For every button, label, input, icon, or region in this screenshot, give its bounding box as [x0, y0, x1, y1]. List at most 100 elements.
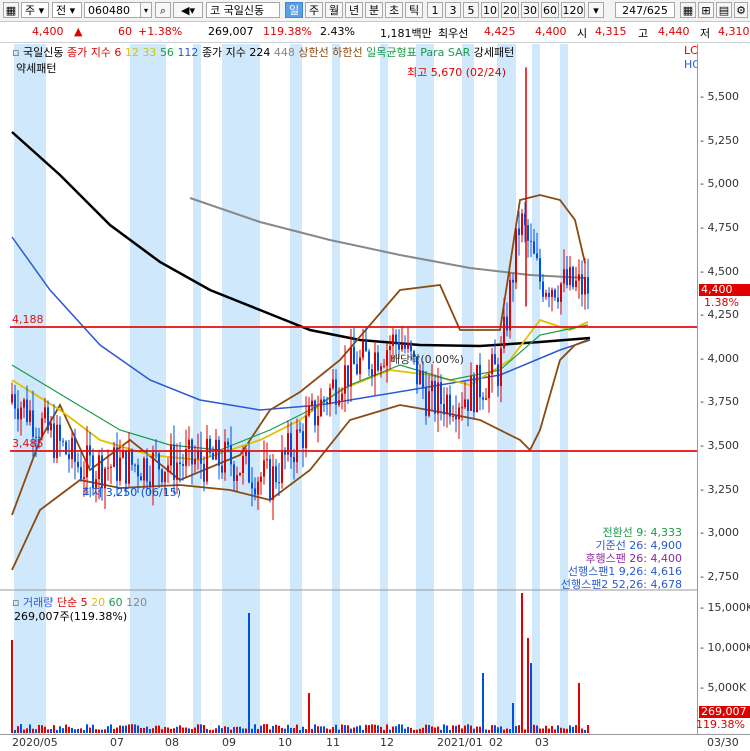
candle-body [461, 407, 463, 409]
volume-bar [545, 725, 547, 733]
date-tick: 02 [489, 736, 503, 749]
volume-bar [320, 726, 322, 733]
candle-body [299, 429, 301, 432]
volume-bar [80, 728, 82, 733]
volume-bar [566, 728, 568, 733]
date-tick: 03 [535, 736, 549, 749]
candle-body [206, 438, 208, 482]
legend-pattern2[interactable]: 약세패턴 [16, 60, 56, 76]
candle-body [176, 462, 178, 480]
candle-body [164, 471, 166, 482]
legend-ma-label[interactable]: 종가 지수 6 [67, 46, 121, 59]
volume-bar [554, 729, 556, 733]
volume-bar [314, 724, 316, 733]
volume-bar [542, 728, 544, 733]
candle-body [20, 407, 22, 420]
price-tick: - 4,250 [700, 308, 739, 322]
volume-bar [479, 726, 481, 733]
candle-body [320, 399, 322, 417]
volume-bar [419, 728, 421, 733]
candle-body [32, 410, 34, 437]
stock-chart[interactable] [0, 0, 750, 750]
legend-ichimoku[interactable]: 일목균형표 [366, 46, 417, 59]
volume-bar [371, 724, 373, 733]
volume-bar [446, 725, 448, 733]
candle-body [311, 400, 313, 407]
candle-body [230, 445, 232, 465]
legend-upper[interactable]: 상한선 [298, 46, 328, 59]
volume-bar [128, 724, 130, 733]
volume-bar [212, 729, 214, 733]
candle-body [107, 467, 109, 469]
candle-body [398, 342, 400, 350]
volume-bar [506, 728, 508, 733]
candle-body [539, 258, 541, 282]
volume-bar [512, 703, 514, 733]
candle-body [290, 433, 292, 458]
volume-bar [284, 728, 286, 733]
legend-ma112[interactable]: 112 [177, 46, 198, 59]
candle-body [425, 387, 427, 416]
volume-bar [569, 725, 571, 733]
legend-settings-icon[interactable]: ▫ [12, 46, 19, 59]
volume-bar [38, 724, 40, 733]
candle-body [476, 364, 478, 413]
candle-body [446, 394, 448, 415]
candle-body [68, 454, 70, 460]
volume-bar [203, 725, 205, 733]
date-tick: 03/30 [707, 736, 739, 749]
candle-body [359, 357, 361, 375]
volume-bar [59, 726, 61, 733]
candle-body [41, 418, 43, 437]
volume-bar [425, 724, 427, 733]
candle-body [116, 447, 118, 481]
volume-bar [416, 729, 418, 733]
volume-bar [185, 727, 187, 733]
volume-bar [65, 724, 67, 733]
legend-ma224[interactable]: 종가 지수 224 [202, 46, 270, 59]
candle-body [479, 364, 481, 398]
change-rate-tag: 1.38% [704, 296, 739, 309]
candle-body [251, 482, 253, 489]
candle-body [53, 423, 55, 459]
legend-pattern[interactable]: 강세패턴 [474, 46, 514, 59]
legend-ma33[interactable]: 33 [142, 46, 156, 59]
legend-ma56[interactable]: 56 [160, 46, 174, 59]
candle-body [239, 472, 241, 476]
volume-bar [170, 728, 172, 733]
volume-bar [206, 728, 208, 733]
volume-legend-ma120[interactable]: 120 [126, 596, 147, 609]
volume-bar [269, 729, 271, 733]
volume-bar [407, 726, 409, 733]
legend-ma12[interactable]: 12 [125, 46, 139, 59]
volume-bar [311, 728, 313, 733]
price-axis[interactable] [697, 44, 750, 734]
candle-body [323, 399, 325, 402]
candle-body [146, 458, 148, 482]
candle-body [80, 467, 82, 479]
candle-body [275, 466, 277, 483]
volume-bar [422, 727, 424, 733]
candle-body [401, 343, 403, 350]
volume-bar [155, 725, 157, 733]
volume-bar [119, 725, 121, 733]
volume-bar [401, 724, 403, 733]
volume-bar [227, 727, 229, 733]
candle-body [266, 459, 268, 461]
highlight-band [222, 44, 260, 734]
volume-bar [578, 683, 580, 733]
candle-body [566, 269, 568, 286]
legend-ma448[interactable]: 448 [274, 46, 295, 59]
candle-body [344, 365, 346, 394]
candle-body [437, 382, 439, 414]
legend-lower[interactable]: 하한선 [332, 46, 362, 59]
candle-body [26, 399, 28, 422]
volume-bar [62, 728, 64, 733]
legend-sar[interactable]: Para SAR [420, 46, 470, 59]
volume-bar [131, 724, 133, 733]
volume-bar [41, 725, 43, 733]
price-tick: - 4,000 [700, 351, 739, 365]
candle-body [14, 394, 16, 409]
volume-bar [323, 726, 325, 733]
candle-body [371, 369, 373, 376]
